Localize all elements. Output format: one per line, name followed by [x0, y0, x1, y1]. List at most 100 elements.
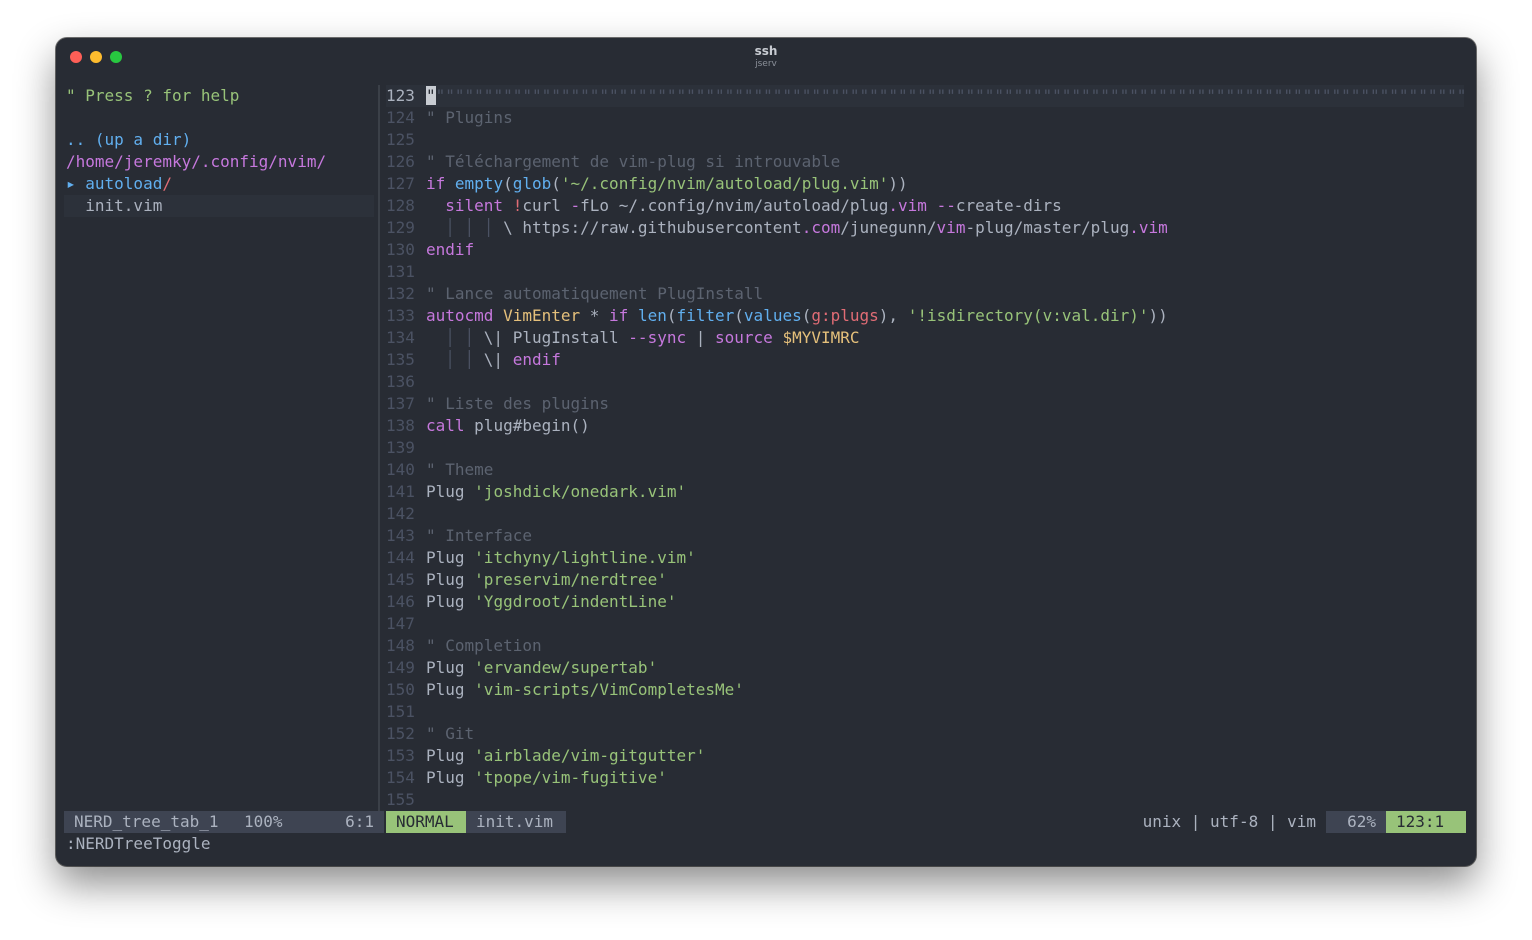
code-line[interactable]: 141 Plug 'joshdick/onedark.vim' [386, 481, 1464, 503]
code-token: glob [512, 174, 552, 193]
nerdtree-up-dir[interactable]: .. (up a dir) [64, 129, 374, 151]
code-line[interactable]: 148 " Completion [386, 635, 1464, 657]
nerdtree-help-text: " Press ? for help [66, 86, 240, 105]
code-line[interactable]: 155 [386, 789, 1464, 811]
code-token: ( [801, 306, 812, 325]
code-line[interactable]: 126 " Téléchargement de vim-plug si intro… [386, 151, 1464, 173]
code-line[interactable]: 154 Plug 'tpope/vim-fugitive' [386, 767, 1464, 789]
code-token: 'Yggdroot/indentLine' [474, 592, 677, 611]
code-token: " Liste des plugins [426, 394, 610, 413]
line-number: 148 [386, 636, 415, 655]
code-line[interactable]: 147 [386, 613, 1464, 635]
code-token: filter [676, 306, 735, 325]
line-number: 139 [386, 438, 415, 457]
code-token: 'itchyny/lightline.vim' [474, 548, 696, 567]
code-token: │ │ [426, 350, 484, 369]
code-line[interactable]: 133 autocmd VimEnter * if len(filter(valu… [386, 305, 1464, 327]
editor-buffer[interactable]: 123 """""""""""""""""""""""""""""""""""""… [386, 85, 1464, 811]
code-token: Plug [426, 746, 475, 765]
code-line[interactable]: 149 Plug 'ervandew/supertab' [386, 657, 1464, 679]
window-split-divider[interactable] [378, 85, 380, 811]
code-line[interactable]: 137 " Liste des plugins [386, 393, 1464, 415]
line-number: 146 [386, 592, 415, 611]
code-token: 'ervandew/supertab' [474, 658, 658, 677]
code-line[interactable]: 138 call plug#begin() [386, 415, 1464, 437]
code-line[interactable]: 131 [386, 261, 1464, 283]
line-number: 135 [386, 350, 415, 369]
code-line[interactable]: 136 [386, 371, 1464, 393]
code-line[interactable]: 135 │ │ \| endif [386, 349, 1464, 371]
line-number: 136 [386, 372, 415, 391]
code-line[interactable]: 124 " Plugins [386, 107, 1464, 129]
code-token: VimEnter [503, 306, 590, 325]
line-number: 145 [386, 570, 415, 589]
code-line[interactable]: 151 [386, 701, 1464, 723]
code-line[interactable]: 152 " Git [386, 723, 1464, 745]
code-token: plug#begin() [474, 416, 590, 435]
code-token: ( [503, 174, 513, 193]
code-line[interactable]: 153 Plug 'airblade/vim-gitgutter' [386, 745, 1464, 767]
code-token: -plug/master/plug [965, 218, 1130, 237]
code-line[interactable]: 127 if empty(glob('~/.config/nvim/autoloa… [386, 173, 1464, 195]
code-token: create-dirs [955, 196, 1062, 215]
code-token: Plug [426, 570, 475, 589]
code-token: empty [454, 174, 504, 193]
nerdtree-panel[interactable]: " Press ? for help .. (up a dir) /home/j… [64, 85, 374, 811]
line-number: 143 [386, 526, 415, 545]
code-line[interactable]: 139 [386, 437, 1464, 459]
code-token: -- [936, 196, 956, 215]
code-token: values [743, 306, 802, 325]
line-number: 125 [386, 130, 415, 149]
command-line[interactable]: :NERDTreeToggle [64, 833, 211, 855]
code-token: source [715, 328, 783, 347]
code-token: 'airblade/vim-gitgutter' [474, 746, 706, 765]
code-line[interactable]: 150 Plug 'vim-scripts/VimCompletesMe' [386, 679, 1464, 701]
line-number: 137 [386, 394, 415, 413]
code-token: """"""""""""""""""""""""""""""""""""""""… [435, 86, 1464, 105]
code-token: ( [551, 174, 561, 193]
line-number: 126 [386, 152, 415, 171]
code-line[interactable]: 146 Plug 'Yggdroot/indentLine' [386, 591, 1464, 613]
nerdtree-dir-autoload[interactable]: ▸ autoload/ [64, 173, 374, 195]
status-line: NERD_tree_tab_1 100% 6:1 NORMAL init.vim… [64, 811, 1466, 833]
code-line[interactable]: 142 [386, 503, 1464, 525]
code-line[interactable]: 134 │ │ \| PlugInstall --sync | source $… [386, 327, 1464, 349]
title-bar[interactable]: ssh jserv [56, 38, 1476, 76]
line-number: 140 [386, 460, 415, 479]
code-token: | [695, 328, 715, 347]
code-line[interactable]: 145 Plug 'preservim/nerdtree' [386, 569, 1464, 591]
nerdtree-root-path[interactable]: /home/jeremky/.config/nvim/ [64, 151, 374, 173]
line-number: 138 [386, 416, 415, 435]
code-token: g:plugs [811, 306, 879, 325]
code-token: " Theme [426, 460, 494, 479]
code-token: )) [888, 174, 908, 193]
code-line[interactable]: 143 " Interface [386, 525, 1464, 547]
text-cursor: " [426, 86, 436, 105]
code-token: " Git [426, 724, 475, 743]
nerdtree-file-init-vim[interactable]: init.vim [64, 195, 374, 217]
code-token: " Lance automatiquement PlugInstall [426, 284, 764, 303]
line-number: 127 [386, 174, 415, 193]
code-token: /junegunn/ [840, 218, 937, 237]
code-token: .vim [1129, 218, 1168, 237]
line-number: 149 [386, 658, 415, 677]
code-token: vim [936, 218, 966, 237]
terminal-window[interactable]: ssh jserv " Press ? for help .. (up a di… [56, 38, 1476, 866]
code-line[interactable]: 140 " Theme [386, 459, 1464, 481]
code-line[interactable]: 144 Plug 'itchyny/lightline.vim' [386, 547, 1464, 569]
code-line[interactable]: 129 │ │ │ \ https://raw.githubuserconten… [386, 217, 1464, 239]
code-token: Plug [426, 592, 475, 611]
code-token: Plug [426, 658, 475, 677]
code-token: \ https://raw.githubusercontent [503, 218, 802, 237]
code-token: Plug [426, 768, 475, 787]
code-token: '!isdirectory(v:val.dir)' [907, 306, 1149, 325]
status-cursor-position: 123:1 [1386, 811, 1466, 833]
code-line[interactable]: 123 """""""""""""""""""""""""""""""""""""… [386, 85, 1464, 107]
code-line[interactable]: 125 [386, 129, 1464, 151]
code-line[interactable]: 130 endif [386, 239, 1464, 261]
line-number: 147 [386, 614, 415, 633]
code-line[interactable]: 128 silent !curl -fLo ~/.config/nvim/aut… [386, 195, 1464, 217]
line-number: 129 [386, 218, 415, 237]
status-filename: init.vim [466, 811, 566, 833]
code-line[interactable]: 132 " Lance automatiquement PlugInstall [386, 283, 1464, 305]
